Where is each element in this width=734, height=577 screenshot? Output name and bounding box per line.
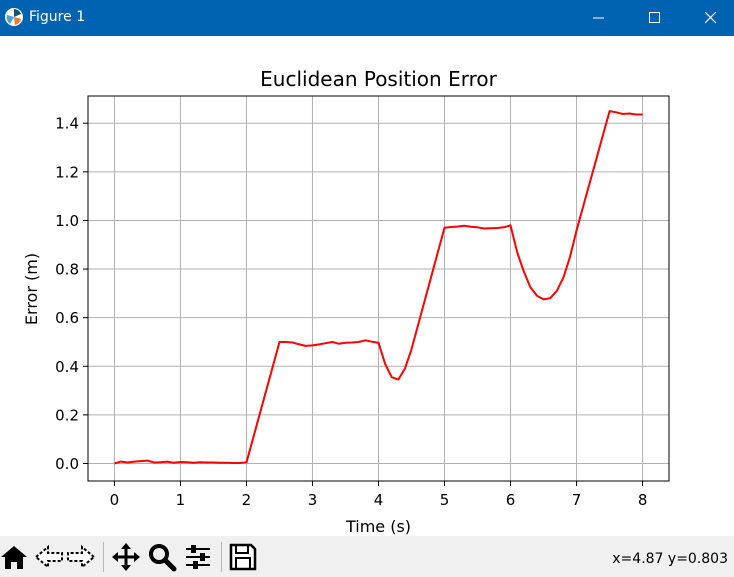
pan-icon [112,543,140,571]
cursor-coordinates: x=4.87 y=0.803 [612,551,728,567]
axis-ticks: 0 1 2 3 4 5 6 7 8 0.0 0.2 0.4 0.6 0.8 1.0 1.2 1.4 [55,115,647,509]
matplotlib-app-icon [4,7,24,27]
minimize-icon [593,17,604,19]
zoom-button[interactable] [147,542,177,572]
x-tick-label: 6 [506,491,516,509]
home-icon [1,546,27,569]
y-tick-label: 0.8 [55,261,79,279]
y-tick-label: 1.0 [55,212,79,230]
close-icon [705,12,717,24]
y-tick-label: 1.4 [55,115,79,133]
x-tick-label: 0 [110,491,120,509]
home-button[interactable] [0,542,30,572]
configure-subplots-button[interactable] [183,542,213,572]
y-tick-label: 0.0 [55,455,79,473]
navigation-toolbar: x=4.87 y=0.803 [0,536,734,577]
y-tick-label: 0.6 [55,309,79,327]
minimize-button[interactable] [576,0,622,36]
maximize-button[interactable] [632,0,678,36]
window-title: Figure 1 [29,9,86,25]
x-tick-label: 7 [572,491,582,509]
x-tick-label: 3 [308,491,318,509]
y-tick-label: 0.4 [55,358,79,376]
back-icon [34,544,63,570]
line-chart: Euclidean Position Error 0 1 2 3 4 5 6 7 8 0.0 0.2… [22,67,670,536]
zoom-icon [149,544,177,572]
save-icon [229,543,257,571]
x-tick-label: 2 [242,491,252,509]
close-button[interactable] [688,0,734,36]
y-tick-label: 1.2 [55,163,79,181]
figure-canvas[interactable]: Euclidean Position Error 0 1 2 3 4 5 6 7 8 0.0 0.2… [0,36,734,536]
x-tick-label: 5 [440,491,450,509]
configure-subplots-icon [186,545,210,569]
x-tick-label: 8 [638,491,648,509]
maximize-icon [649,12,660,23]
y-axis-label: Error (m) [22,253,41,325]
grid-lines [88,96,669,481]
x-axis-label: Time (s) [345,517,411,536]
forward-icon [67,544,96,570]
toolbar-separator [103,542,104,572]
x-tick-label: 4 [374,491,384,509]
toolbar-separator [221,542,222,572]
x-tick-label: 1 [176,491,186,509]
save-button[interactable] [228,542,258,572]
back-button[interactable] [34,542,64,572]
y-tick-label: 0.2 [55,406,79,424]
pan-button[interactable] [111,542,141,572]
chart-title: Euclidean Position Error [260,67,497,91]
forward-button[interactable] [66,542,96,572]
window-titlebar: Figure 1 [0,0,734,36]
